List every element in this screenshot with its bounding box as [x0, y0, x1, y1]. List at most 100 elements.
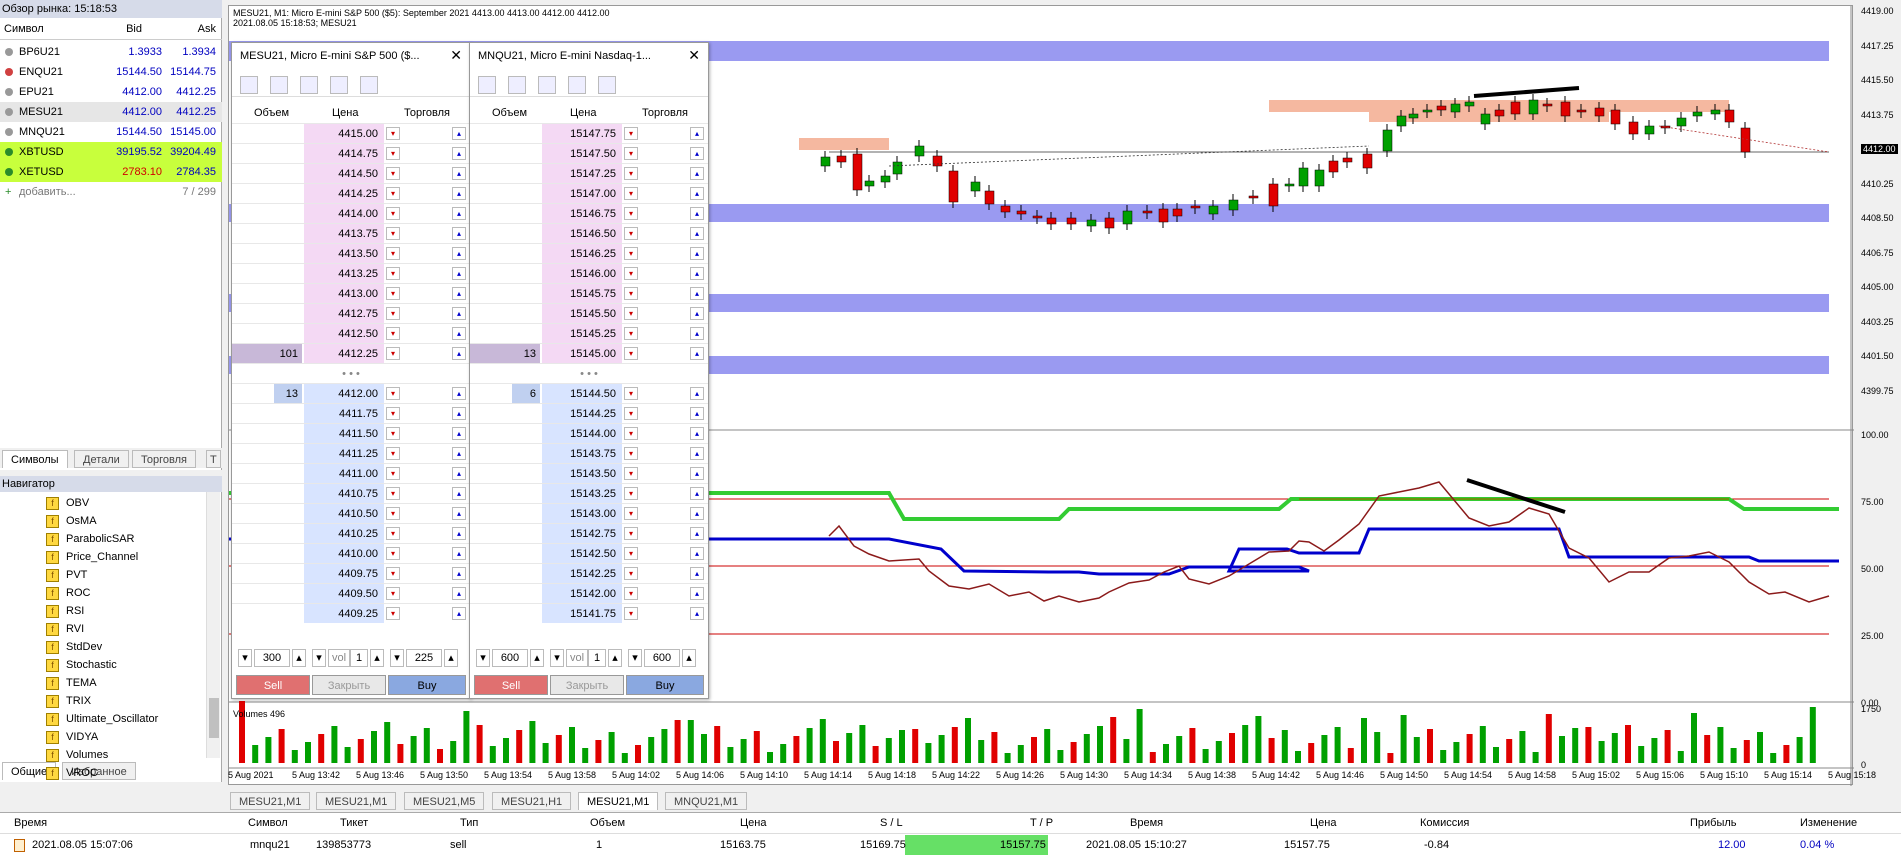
- dom-bid-row[interactable]: 4411.25 ▾ ▴: [232, 443, 470, 463]
- buy-limit-icon[interactable]: ▴: [452, 247, 466, 260]
- sell-limit-icon[interactable]: ▾: [624, 227, 638, 240]
- chart-icon[interactable]: [478, 76, 496, 94]
- buy-limit-icon[interactable]: ▴: [690, 467, 704, 480]
- chart-tab[interactable]: MESU21,M1: [230, 792, 311, 810]
- tp-down-icon[interactable]: ▾: [390, 649, 404, 667]
- vol-down-icon[interactable]: ▾: [312, 649, 326, 667]
- buy-limit-icon[interactable]: ▴: [690, 567, 704, 580]
- close-position-button[interactable]: Закрыть: [550, 675, 624, 695]
- sell-limit-icon[interactable]: ▾: [624, 327, 638, 340]
- buy-limit-icon[interactable]: ▴: [452, 487, 466, 500]
- buy-limit-icon[interactable]: ▴: [690, 527, 704, 540]
- navigator-item[interactable]: f VIDYA: [46, 728, 98, 746]
- buy-limit-icon[interactable]: ▴: [690, 127, 704, 140]
- tab-details[interactable]: Детали: [74, 450, 129, 468]
- buy-limit-icon[interactable]: ▴: [690, 207, 704, 220]
- dom-ask-row[interactable]: 4413.00 ▾ ▴: [232, 283, 470, 303]
- market-watch-row[interactable]: BP6U21 1.3933 1.3934: [0, 42, 222, 62]
- dom-ask-row[interactable]: 4412.75 ▾ ▴: [232, 303, 470, 323]
- dom-ask-row[interactable]: 15147.25 ▾ ▴: [470, 163, 708, 183]
- buy-limit-icon[interactable]: ▴: [452, 127, 466, 140]
- close-icon[interactable]: ✕: [688, 47, 700, 64]
- clock-icon[interactable]: [508, 76, 526, 94]
- dom-bid-row[interactable]: 15143.75 ▾ ▴: [470, 443, 708, 463]
- trade-col-header[interactable]: T / P: [1030, 817, 1053, 829]
- sell-limit-icon[interactable]: ▾: [386, 227, 400, 240]
- tp-up-icon[interactable]: ▴: [682, 649, 696, 667]
- market-watch-row[interactable]: XETUSD 2783.10 2784.35: [0, 162, 222, 182]
- column-icon[interactable]: [330, 76, 348, 94]
- sell-limit-icon[interactable]: ▾: [624, 447, 638, 460]
- trade-col-header[interactable]: Время: [14, 817, 47, 829]
- dom-bid-row[interactable]: 15144.00 ▾ ▴: [470, 423, 708, 443]
- buy-limit-icon[interactable]: ▴: [452, 407, 466, 420]
- market-watch-row[interactable]: XBTUSD 39195.52 39204.49: [0, 142, 222, 162]
- buy-limit-icon[interactable]: ▴: [690, 407, 704, 420]
- refresh-icon[interactable]: [300, 76, 318, 94]
- trade-col-header[interactable]: Прибыль: [1690, 817, 1737, 829]
- trade-col-header[interactable]: Цена: [1310, 817, 1336, 829]
- list-icon[interactable]: [598, 76, 616, 94]
- buy-limit-icon[interactable]: ▴: [452, 607, 466, 620]
- navigator-item[interactable]: f PVT: [46, 566, 87, 584]
- buy-limit-icon[interactable]: ▴: [690, 167, 704, 180]
- tab-trading[interactable]: Торговля: [132, 450, 196, 468]
- dom-ask-row[interactable]: 15146.75 ▾ ▴: [470, 203, 708, 223]
- navigator-item[interactable]: f Stochastic: [46, 656, 117, 674]
- dom-bid-row[interactable]: 4411.75 ▾ ▴: [232, 403, 470, 423]
- market-watch-row[interactable]: MESU21 4412.00 4412.25: [0, 102, 222, 122]
- dom-ask-row[interactable]: 15146.50 ▾ ▴: [470, 223, 708, 243]
- sell-limit-icon[interactable]: ▾: [624, 267, 638, 280]
- buy-limit-icon[interactable]: ▴: [452, 147, 466, 160]
- buy-limit-icon[interactable]: ▴: [690, 587, 704, 600]
- sell-limit-icon[interactable]: ▾: [386, 427, 400, 440]
- buy-limit-icon[interactable]: ▴: [690, 227, 704, 240]
- dom-bid-row[interactable]: 15142.75 ▾ ▴: [470, 523, 708, 543]
- sell-limit-icon[interactable]: ▾: [386, 387, 400, 400]
- buy-limit-icon[interactable]: ▴: [452, 227, 466, 240]
- dom-ask-row[interactable]: 15145.50 ▾ ▴: [470, 303, 708, 323]
- dom-bid-row[interactable]: 4411.50 ▾ ▴: [232, 423, 470, 443]
- sell-limit-icon[interactable]: ▾: [386, 487, 400, 500]
- buy-limit-icon[interactable]: ▴: [690, 267, 704, 280]
- dom-bid-row[interactable]: 15141.75 ▾ ▴: [470, 603, 708, 623]
- sl-input[interactable]: 300: [254, 649, 290, 667]
- tp-input[interactable]: 600: [644, 649, 680, 667]
- sell-limit-icon[interactable]: ▾: [386, 287, 400, 300]
- navigator-item[interactable]: f Price_Channel: [46, 548, 138, 566]
- sell-limit-icon[interactable]: ▾: [386, 307, 400, 320]
- chart-tab[interactable]: MESU21,M1: [316, 792, 397, 810]
- buy-limit-icon[interactable]: ▴: [690, 307, 704, 320]
- dom-bid-row[interactable]: 4409.25 ▾ ▴: [232, 603, 470, 623]
- dom-ask-row[interactable]: 4414.25 ▾ ▴: [232, 183, 470, 203]
- navigator-item[interactable]: f Ultimate_Oscillator: [46, 710, 158, 728]
- buy-limit-icon[interactable]: ▴: [690, 427, 704, 440]
- buy-limit-icon[interactable]: ▴: [452, 447, 466, 460]
- sell-limit-icon[interactable]: ▾: [386, 447, 400, 460]
- sell-limit-icon[interactable]: ▾: [624, 607, 638, 620]
- sell-button[interactable]: Sell: [236, 675, 310, 695]
- chart-tab[interactable]: MESU21,H1: [492, 792, 572, 810]
- buy-limit-icon[interactable]: ▴: [690, 547, 704, 560]
- sl-input[interactable]: 600: [492, 649, 528, 667]
- sl-down-icon[interactable]: ▾: [238, 649, 252, 667]
- sell-limit-icon[interactable]: ▾: [624, 207, 638, 220]
- sl-up-icon[interactable]: ▴: [530, 649, 544, 667]
- dom-bid-row[interactable]: 13 4412.00 ▾ ▴: [232, 383, 470, 403]
- sell-limit-icon[interactable]: ▾: [624, 427, 638, 440]
- buy-limit-icon[interactable]: ▴: [452, 527, 466, 540]
- dom-bid-row[interactable]: 4410.00 ▾ ▴: [232, 543, 470, 563]
- buy-limit-icon[interactable]: ▴: [452, 307, 466, 320]
- dom-ask-row[interactable]: 15146.00 ▾ ▴: [470, 263, 708, 283]
- sell-limit-icon[interactable]: ▾: [624, 307, 638, 320]
- dom-bid-row[interactable]: 4411.00 ▾ ▴: [232, 463, 470, 483]
- dom-ask-row[interactable]: 15147.00 ▾ ▴: [470, 183, 708, 203]
- vol-up-icon[interactable]: ▴: [370, 649, 384, 667]
- sell-limit-icon[interactable]: ▾: [386, 127, 400, 140]
- tp-up-icon[interactable]: ▴: [444, 649, 458, 667]
- sell-limit-icon[interactable]: ▾: [624, 527, 638, 540]
- buy-limit-icon[interactable]: ▴: [452, 327, 466, 340]
- dom-ask-row[interactable]: 4414.00 ▾ ▴: [232, 203, 470, 223]
- vol-input[interactable]: 1: [350, 649, 368, 667]
- col-symbol[interactable]: Символ: [4, 23, 44, 35]
